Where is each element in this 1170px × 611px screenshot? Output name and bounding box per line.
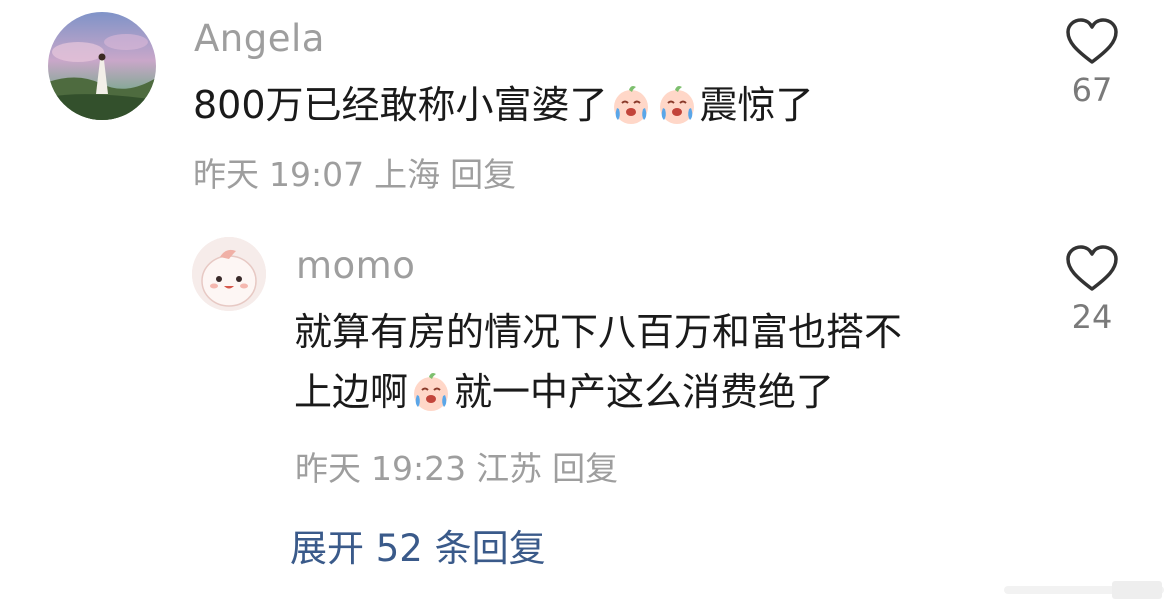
comment-date: 昨天 — [295, 449, 361, 488]
comment-text: 就算有房的情况下八百万和富也搭不 上边啊 就一中产这么消费绝了 — [294, 302, 902, 422]
comment-username[interactable]: Angela — [194, 17, 325, 61]
reply-button[interactable]: 回复 — [450, 155, 516, 194]
comment-text-segment: 震惊了 — [699, 83, 814, 127]
expand-replies-button[interactable]: 展开 52 条回复 — [290, 527, 546, 571]
comment-meta: 昨天 19:07 上海 回复 — [193, 155, 526, 195]
comment-text: 800万已经敢称小富婆了 震惊了 — [193, 75, 814, 135]
comment-time: 19:23 — [371, 449, 467, 488]
comment-time: 19:07 — [269, 155, 365, 194]
heart-icon — [1066, 18, 1118, 64]
avatar[interactable] — [48, 12, 156, 120]
comment-location: 上海 — [374, 155, 441, 194]
heart-icon — [1066, 245, 1118, 291]
comment-text-line: 上边啊 就一中产这么消费绝了 — [294, 362, 902, 422]
like-count: 24 — [1071, 298, 1113, 336]
comment-meta: 昨天 19:23 江苏 回复 — [295, 449, 628, 489]
crying-face-emoji-icon — [409, 369, 453, 413]
comment-username[interactable]: momo — [296, 244, 415, 288]
comment-date: 昨天 — [193, 155, 259, 194]
comment-text-segment: 上边啊 — [294, 370, 409, 414]
comment-text-segment: 就一中产这么消费绝了 — [454, 370, 835, 414]
like-button[interactable]: 67 — [1052, 18, 1132, 110]
reply-button[interactable]: 回复 — [552, 449, 618, 488]
crying-face-emoji-icon — [609, 82, 653, 126]
like-count: 67 — [1071, 71, 1113, 109]
comment-text-segment: 800万已经敢称小富婆了 — [193, 83, 608, 127]
like-button[interactable]: 24 — [1052, 245, 1132, 337]
comment-section: Angela 800万已经敢称小富婆了 震惊了 昨天 19:07 上海 回复 6… — [0, 0, 1170, 611]
avatar[interactable] — [192, 237, 266, 311]
watermark — [1004, 577, 1164, 603]
crying-face-emoji-icon — [655, 82, 699, 126]
comment-text-line: 就算有房的情况下八百万和富也搭不 — [294, 310, 903, 354]
comment-location: 江苏 — [476, 449, 543, 488]
